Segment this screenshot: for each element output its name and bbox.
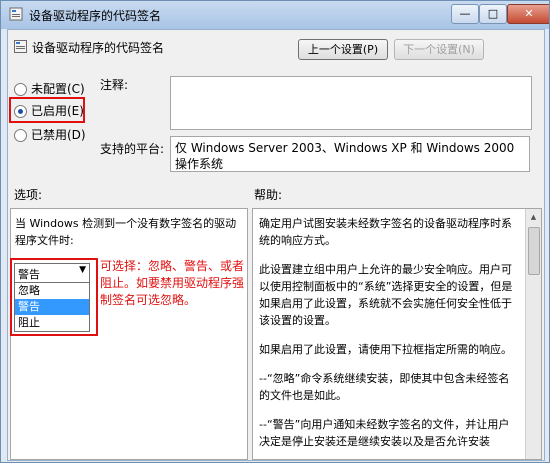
close-button[interactable]: ✕ bbox=[507, 4, 549, 24]
help-label: 帮助: bbox=[254, 188, 283, 202]
help-text: 确定用户试图安装未经数字签名的设备驱动程序时系统的响应方式。 此设置建立组中用户… bbox=[259, 215, 517, 459]
highlight-box-enabled bbox=[9, 97, 85, 123]
help-pane: 确定用户试图安装未经数字签名的设备驱动程序时系统的响应方式。 此设置建立组中用户… bbox=[252, 208, 542, 460]
title-bar[interactable]: 设备驱动程序的代码签名 — □ ✕ bbox=[1, 1, 549, 29]
highlight-box-dropdown bbox=[10, 258, 98, 336]
scroll-up-icon[interactable]: ▲ bbox=[528, 212, 539, 223]
radio-circle[interactable] bbox=[14, 129, 27, 142]
comment-textarea[interactable] bbox=[170, 76, 532, 130]
next-setting-button[interactable]: 下一个设置(N) bbox=[394, 39, 484, 60]
help-paragraph: --“忽略”命令系统继续安装，即使其中包含未经签名的文件也是如此。 bbox=[259, 372, 510, 402]
minimize-button[interactable]: — bbox=[451, 4, 479, 24]
radio-label: 已禁用(D) bbox=[31, 128, 86, 142]
dialog-content: 设备驱动程序的代码签名 上一个设置(P) 下一个设置(N) 未配置(C) 已启用… bbox=[7, 29, 545, 461]
annotation-text: 可选择：忽略、警告、或者阻止。如要禁用驱动程序强制签名可选忽略。 bbox=[100, 259, 245, 307]
policy-settings-icon bbox=[9, 7, 23, 21]
scroll-thumb[interactable] bbox=[528, 227, 540, 275]
policy-window: 设备驱动程序的代码签名 — □ ✕ 设备驱动程序的代码签名 上一个设置(P) 下… bbox=[0, 0, 550, 463]
help-scrollbar[interactable]: ▲ bbox=[525, 209, 541, 459]
policy-icon bbox=[14, 40, 27, 53]
maximize-button[interactable]: □ bbox=[479, 4, 507, 24]
platform-label: 支持的平台: bbox=[100, 142, 165, 156]
radio-not-configured[interactable]: 未配置(C) bbox=[14, 80, 85, 96]
platform-field: 仅 Windows Server 2003、Windows XP 和 Windo… bbox=[170, 136, 530, 172]
radio-label: 未配置(C) bbox=[31, 82, 85, 96]
comment-label: 注释: bbox=[100, 78, 129, 92]
radio-circle[interactable] bbox=[14, 83, 27, 96]
help-paragraph: 如果启用了此设置，请使用下拉框指定所需的响应。 bbox=[259, 343, 512, 356]
window-title: 设备驱动程序的代码签名 bbox=[29, 9, 162, 23]
options-description: 当 Windows 检测到一个没有数字签名的驱动程序文件时: bbox=[15, 217, 237, 247]
help-paragraph: --“警告”向用户通知未经数字签名的文件，并让用户决定是停止安装还是继续安装以及… bbox=[259, 418, 510, 448]
prev-setting-button[interactable]: 上一个设置(P) bbox=[298, 39, 388, 60]
options-label: 选项: bbox=[14, 188, 43, 202]
policy-name: 设备驱动程序的代码签名 bbox=[32, 41, 165, 55]
radio-disabled[interactable]: 已禁用(D) bbox=[14, 126, 86, 142]
help-paragraph: 此设置建立组中用户上允许的最少安全响应。用户可以使用控制面板中的“系统”选择更安… bbox=[259, 263, 513, 327]
help-paragraph: 确定用户试图安装未经数字签名的设备驱动程序时系统的响应方式。 bbox=[259, 217, 512, 247]
